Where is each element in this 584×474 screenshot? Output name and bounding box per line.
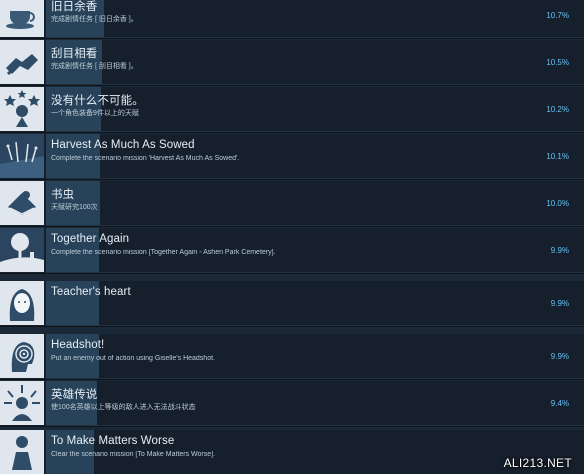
unlock-percentage: 10.1% xyxy=(546,152,569,161)
achievement-row[interactable]: 书虫 天赋研究100次 10.0% xyxy=(0,181,584,227)
book-icon xyxy=(0,181,44,225)
achievement-row[interactable]: Harvest As Much As Sowed Complete the sc… xyxy=(0,134,584,180)
achievement-title: Teacher's heart xyxy=(51,286,131,298)
achievement-description: 完成剧情任务 [ 旧日余香 ]。 xyxy=(51,16,138,23)
unlock-percentage: 10.2% xyxy=(546,105,569,114)
handshake-icon xyxy=(0,40,44,84)
radiant-hero-icon xyxy=(0,381,44,425)
achievement-row[interactable]: Together Again Complete the scenario mis… xyxy=(0,228,584,274)
achievement-title: Headshot! xyxy=(51,339,105,351)
achievement-title: 书虫 xyxy=(51,189,75,201)
watermark: ALI213.NET xyxy=(503,456,572,470)
unlock-percentage: 10.5% xyxy=(546,58,569,67)
achievement-row[interactable]: Headshot! Put an enemy out of action usi… xyxy=(0,334,584,380)
achievement-description: 完成剧情任务 [ 刮目相看 ]。 xyxy=(51,63,138,70)
achievement-description: Put an enemy out of action using Giselle… xyxy=(51,355,215,362)
unlock-percentage: 9.4% xyxy=(550,399,569,408)
field-icon xyxy=(0,134,44,178)
achievement-title: 旧日余香 xyxy=(51,1,98,13)
achievement-description: Complete the scenario mission [Together … xyxy=(51,249,276,256)
achievement-row[interactable]: 没有什么不可能。 一个角色装备9件以上的天赋 10.2% xyxy=(0,87,584,133)
achievement-title: 刮目相看 xyxy=(51,48,98,60)
target-head-icon xyxy=(0,334,44,378)
teacup-icon xyxy=(0,0,44,37)
star-burst-icon xyxy=(0,87,44,131)
unlock-percentage: 9.9% xyxy=(550,352,569,361)
achievement-description: 一个角色装备9件以上的天赋 xyxy=(51,110,139,117)
achievement-description: Clear the scenario mission [To Make Matt… xyxy=(51,451,216,458)
tree-icon xyxy=(0,228,44,272)
achievement-title: To Make Matters Worse xyxy=(51,435,175,447)
achievement-description: 使100名英雄以上等级的敌人进入无法战斗状态 xyxy=(51,404,196,411)
unlock-percentage: 9.9% xyxy=(550,246,569,255)
achievement-row[interactable]: Teacher's heart 9.9% xyxy=(0,281,584,327)
achievement-row[interactable]: To Make Matters Worse Clear the scenario… xyxy=(0,430,584,474)
achievement-title: Harvest As Much As Sowed xyxy=(51,139,195,151)
achievement-list: 旧日余香 完成剧情任务 [ 旧日余香 ]。 10.7% 刮目相看 完成剧情任务 … xyxy=(0,0,584,474)
achievement-description: 天赋研究100次 xyxy=(51,204,98,211)
achievement-description: Complete the scenario mission 'Harvest A… xyxy=(51,155,240,162)
achievement-row[interactable]: 旧日余香 完成剧情任务 [ 旧日余香 ]。 10.7% xyxy=(0,0,584,39)
girl-portrait-icon xyxy=(0,281,44,325)
unlock-percentage: 9.9% xyxy=(550,299,569,308)
achievement-row[interactable]: 英雄传说 使100名英雄以上等级的敌人进入无法战斗状态 9.4% xyxy=(0,381,584,427)
achievement-title: 没有什么不可能。 xyxy=(51,95,144,107)
achievement-title: 英雄传说 xyxy=(51,389,98,401)
achievement-title: Together Again xyxy=(51,233,130,245)
unlock-percentage: 10.7% xyxy=(546,11,569,20)
achievement-row[interactable]: 刮目相看 完成剧情任务 [ 刮目相看 ]。 10.5% xyxy=(0,40,584,86)
unlock-percentage: 10.0% xyxy=(546,199,569,208)
figure-icon xyxy=(0,430,44,474)
